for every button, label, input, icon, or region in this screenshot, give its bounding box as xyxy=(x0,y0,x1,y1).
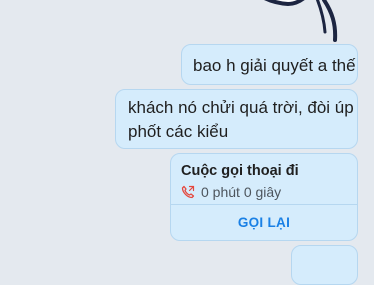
message-bubble-partial[interactable] xyxy=(291,245,358,285)
message-text: bao h giải quyết a thế xyxy=(193,56,356,75)
message-bubble-sent[interactable]: bao h giải quyết a thế xyxy=(181,44,358,85)
message-text-line: phốt các kiểu xyxy=(128,122,229,141)
call-duration: 0 phút 0 giây xyxy=(201,184,282,200)
call-duration-row: 0 phút 0 giây xyxy=(181,183,281,201)
outgoing-call-icon xyxy=(181,185,195,199)
call-title: Cuộc gọi thoại đi xyxy=(181,163,299,179)
call-card[interactable]: Cuộc gọi thoại đi 0 phút 0 giây GỌI LẠI xyxy=(170,153,358,241)
sticker-image xyxy=(264,0,338,42)
call-back-button[interactable]: GỌI LẠI xyxy=(171,205,357,240)
message-text-line: khách nó chửi quá trời, đòi úp xyxy=(128,98,354,117)
message-bubble-sent[interactable]: khách nó chửi quá trời, đòi úp phốt các … xyxy=(115,89,358,149)
